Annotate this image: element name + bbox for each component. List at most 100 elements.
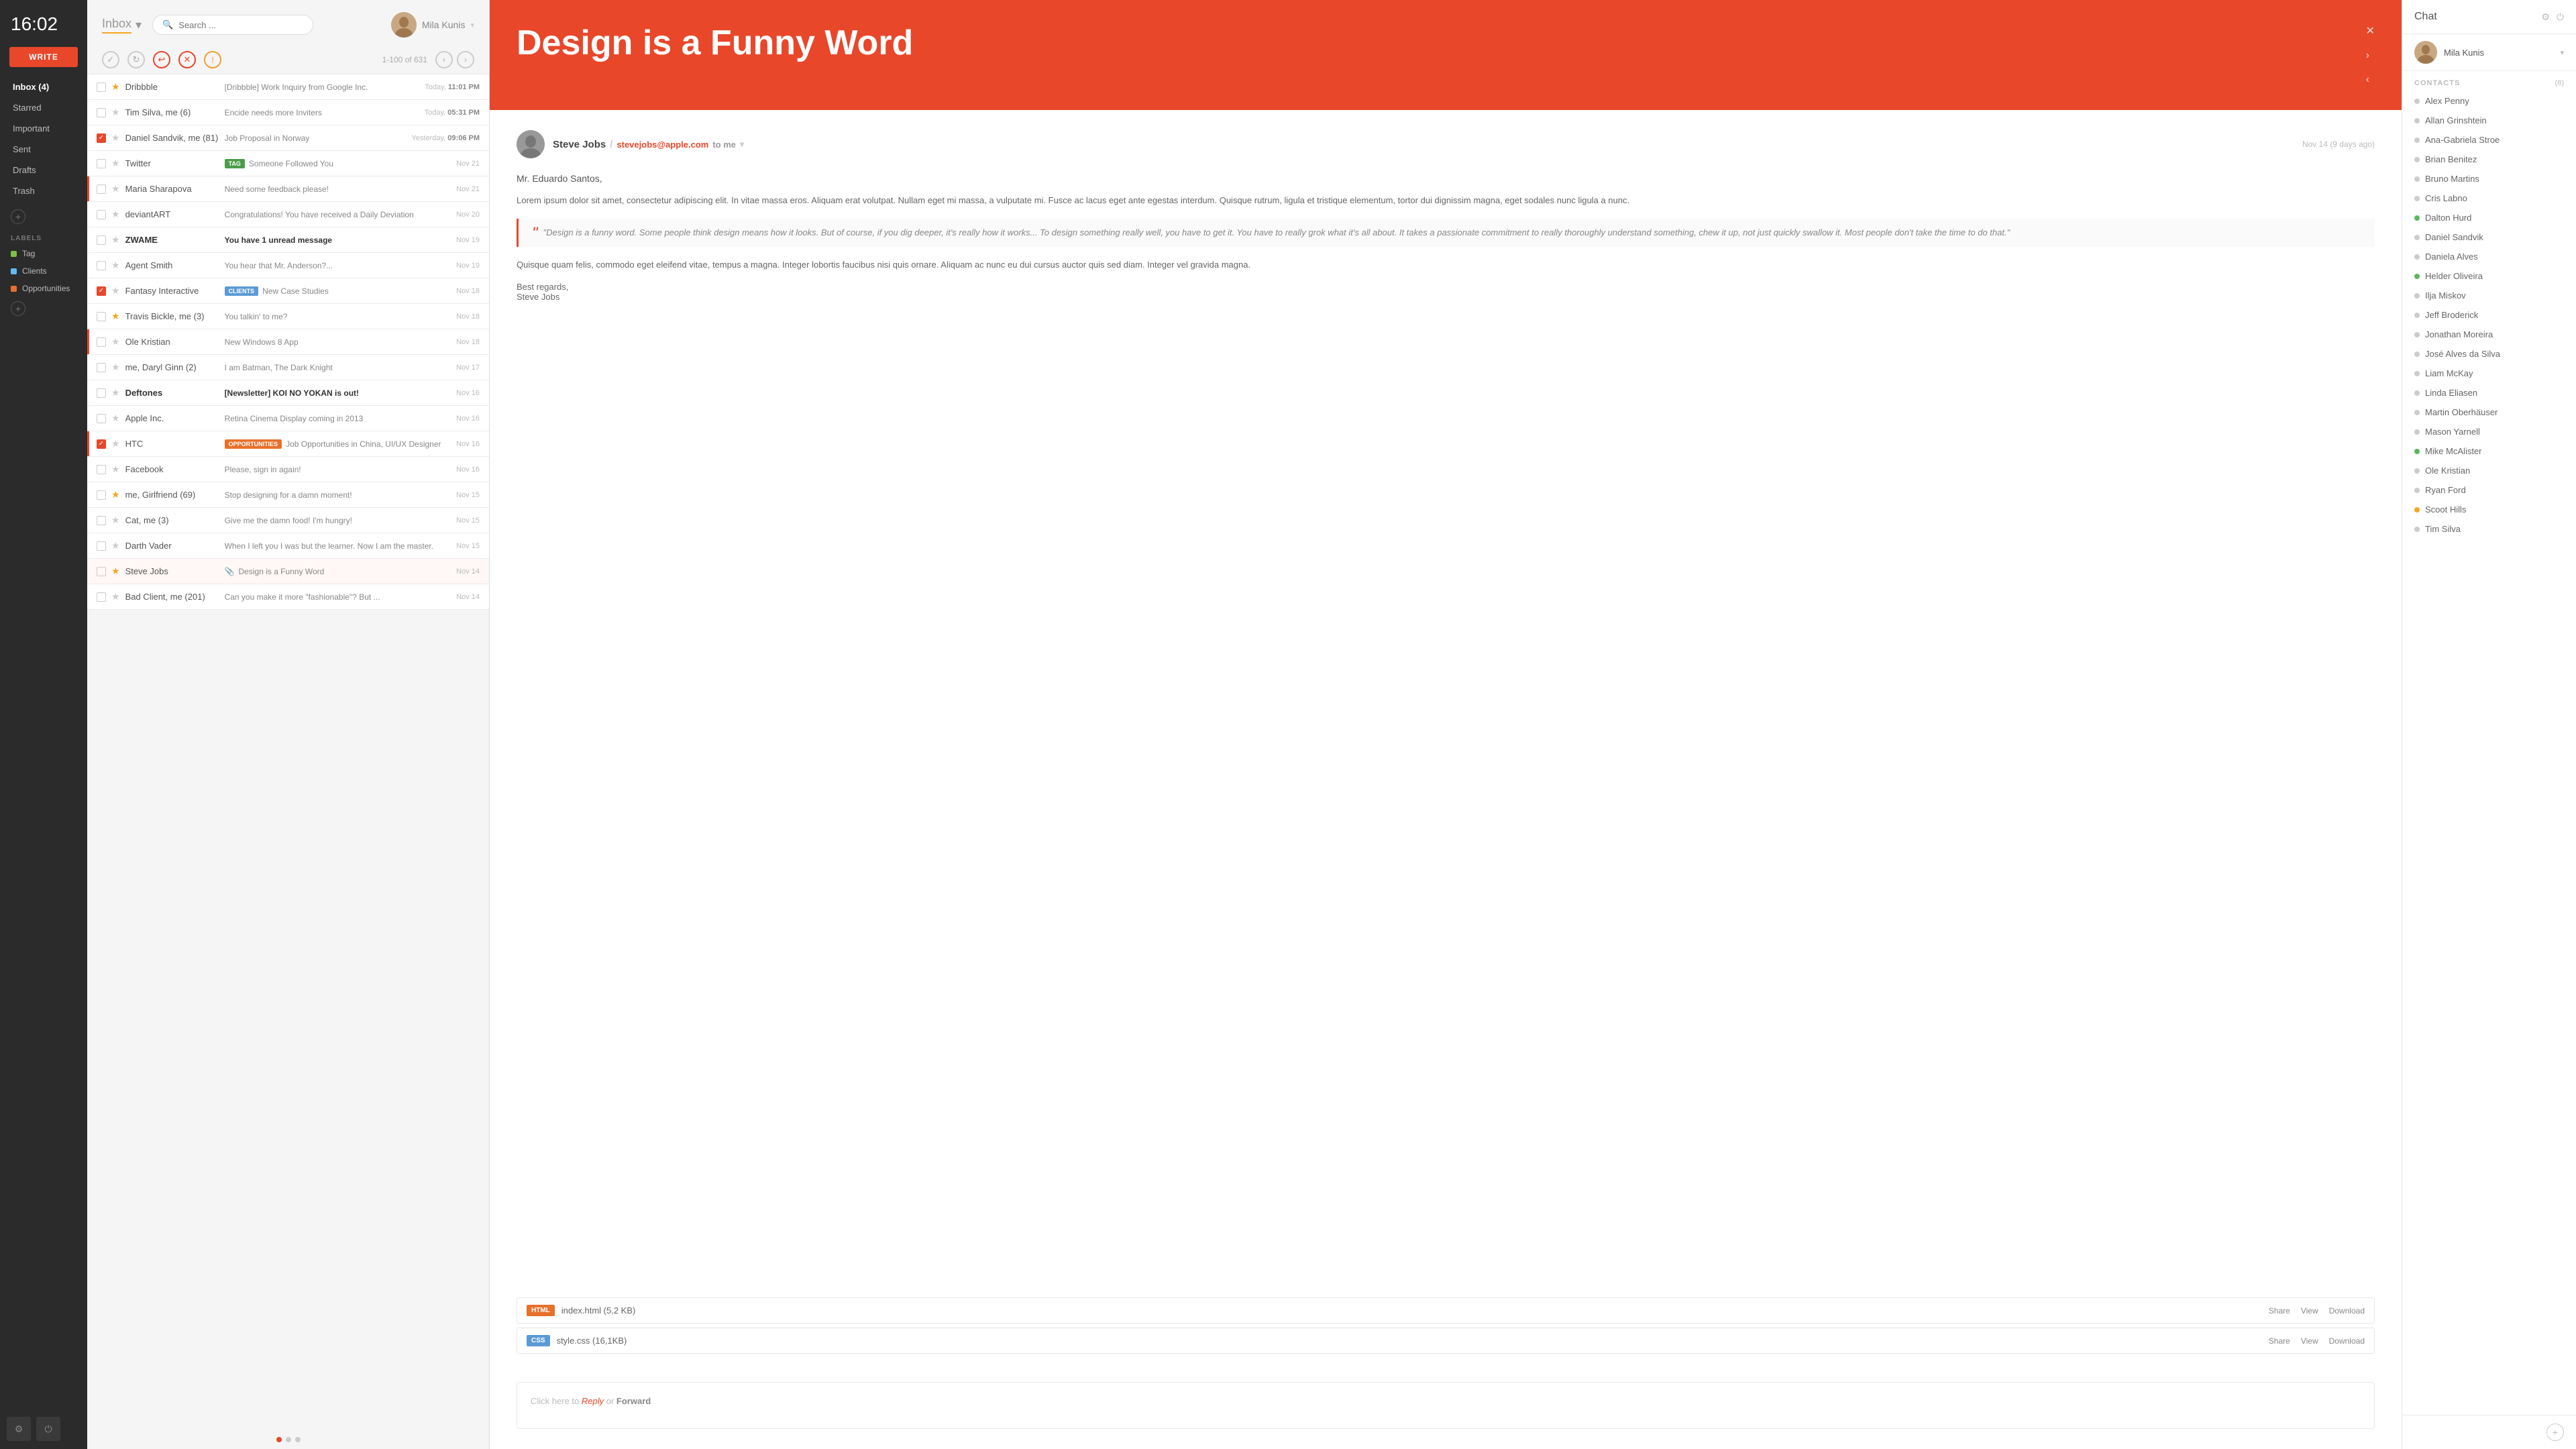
contact-item[interactable]: Jeff Broderick: [2402, 305, 2576, 325]
settings-button[interactable]: ⚙: [7, 1417, 31, 1441]
delete-button[interactable]: ✕: [178, 51, 196, 68]
email-row[interactable]: ★deviantARTCongratulations! You have rec…: [87, 202, 489, 227]
share-css-button[interactable]: Share: [2269, 1336, 2290, 1346]
prev-page-button[interactable]: ‹: [435, 51, 453, 68]
star-icon[interactable]: ★: [111, 591, 120, 602]
star-icon[interactable]: ★: [111, 183, 120, 195]
email-row[interactable]: ★Travis Bickle, me (3)You talkin' to me?…: [87, 304, 489, 329]
contact-item[interactable]: Scoot Hills: [2402, 500, 2576, 519]
email-checkbox[interactable]: ✓: [97, 439, 106, 449]
contact-item[interactable]: Linda Eliasen: [2402, 383, 2576, 402]
email-row[interactable]: ★FacebookPlease, sign in again!Nov 16: [87, 457, 489, 482]
email-checkbox[interactable]: [97, 567, 106, 576]
page-dot-3[interactable]: [295, 1437, 301, 1442]
nav-trash[interactable]: Trash: [0, 180, 87, 201]
email-row[interactable]: ★Darth VaderWhen I left you I was but th…: [87, 533, 489, 559]
contact-item[interactable]: Martin Oberhäuser: [2402, 402, 2576, 422]
label-tag[interactable]: Tag: [0, 245, 87, 262]
download-html-button[interactable]: Download: [2329, 1306, 2365, 1316]
star-icon[interactable]: ★: [111, 540, 120, 551]
email-row[interactable]: ★ZWAMEYou have 1 unread messageNov 19: [87, 227, 489, 253]
star-icon[interactable]: ★: [111, 311, 120, 322]
star-icon[interactable]: ★: [111, 336, 120, 347]
email-row[interactable]: ★Dribbble[Dribbble] Work Inquiry from Go…: [87, 74, 489, 100]
star-icon[interactable]: ★: [111, 209, 120, 220]
contact-item[interactable]: Jonathan Moreira: [2402, 325, 2576, 344]
contact-item[interactable]: Allan Grinshtein: [2402, 111, 2576, 130]
email-checkbox[interactable]: [97, 337, 106, 347]
add-contact-button[interactable]: +: [2546, 1424, 2564, 1441]
email-row[interactable]: ★TwitterTAGSomeone Followed YouNov 21: [87, 151, 489, 176]
forward-link[interactable]: Forward: [616, 1396, 651, 1406]
view-html-button[interactable]: View: [2301, 1306, 2318, 1316]
view-css-button[interactable]: View: [2301, 1336, 2318, 1346]
star-icon[interactable]: ★: [111, 438, 120, 449]
contact-item[interactable]: Alex Penny: [2402, 91, 2576, 111]
flag-button[interactable]: !: [204, 51, 221, 68]
email-checkbox[interactable]: [97, 108, 106, 117]
contact-item[interactable]: Tim Silva: [2402, 519, 2576, 539]
email-checkbox[interactable]: [97, 516, 106, 525]
contact-item[interactable]: Cris Labno: [2402, 189, 2576, 208]
email-checkbox[interactable]: [97, 592, 106, 602]
star-icon[interactable]: ★: [111, 107, 120, 118]
star-icon[interactable]: ★: [111, 413, 120, 424]
email-row[interactable]: ★me, Daryl Ginn (2)I am Batman, The Dark…: [87, 355, 489, 380]
nav-drafts[interactable]: Drafts: [0, 160, 87, 180]
contact-item[interactable]: Ilja Miskov: [2402, 286, 2576, 305]
contact-item[interactable]: Ryan Ford: [2402, 480, 2576, 500]
email-checkbox[interactable]: [97, 312, 106, 321]
email-checkbox[interactable]: [97, 184, 106, 194]
reply-link[interactable]: Reply: [582, 1396, 604, 1406]
email-checkbox[interactable]: [97, 261, 106, 270]
user-dropdown-icon[interactable]: ▾: [470, 21, 474, 30]
nav-inbox[interactable]: Inbox (4): [0, 76, 87, 97]
email-checkbox[interactable]: [97, 363, 106, 372]
email-checkbox[interactable]: [97, 388, 106, 398]
add-folder-button[interactable]: +: [11, 209, 25, 224]
star-icon[interactable]: ★: [111, 387, 120, 398]
meta-dropdown-icon[interactable]: ▾: [740, 140, 744, 149]
contact-item[interactable]: Mason Yarnell: [2402, 422, 2576, 441]
contact-item[interactable]: Brian Benitez: [2402, 150, 2576, 169]
star-icon[interactable]: ★: [111, 158, 120, 169]
star-icon[interactable]: ★: [111, 515, 120, 526]
share-html-button[interactable]: Share: [2269, 1306, 2290, 1316]
reply-box[interactable]: Click here to Reply or Forward: [517, 1382, 2375, 1429]
nav-starred[interactable]: Starred: [0, 97, 87, 118]
star-icon[interactable]: ★: [111, 489, 120, 500]
contact-item[interactable]: José Alves da Silva: [2402, 344, 2576, 364]
contact-item[interactable]: Dalton Hurd: [2402, 208, 2576, 227]
email-checkbox[interactable]: [97, 541, 106, 551]
label-opportunities[interactable]: Opportunities: [0, 280, 87, 297]
email-row[interactable]: ★Deftones[Newsletter] KOI NO YOKAN is ou…: [87, 380, 489, 406]
contact-item[interactable]: Mike McAlister: [2402, 441, 2576, 461]
email-row[interactable]: ★Cat, me (3)Give me the damn food! I'm h…: [87, 508, 489, 533]
contact-item[interactable]: Daniela Alves: [2402, 247, 2576, 266]
email-row[interactable]: ★Ole KristianNew Windows 8 AppNov 18: [87, 329, 489, 355]
chat-user-dropdown-icon[interactable]: ▾: [2560, 48, 2564, 57]
hero-prev-button[interactable]: ‹: [2366, 74, 2375, 86]
write-button[interactable]: WRITE: [9, 47, 78, 67]
contact-item[interactable]: Liam McKay: [2402, 364, 2576, 383]
star-icon[interactable]: ★: [111, 285, 120, 297]
star-icon[interactable]: ★: [111, 362, 120, 373]
email-row[interactable]: ✓★Daniel Sandvik, me (81)Job Proposal in…: [87, 125, 489, 151]
star-icon[interactable]: ★: [111, 566, 120, 577]
star-icon[interactable]: ★: [111, 234, 120, 246]
label-clients[interactable]: Clients: [0, 262, 87, 280]
hero-next-button[interactable]: ›: [2366, 50, 2375, 62]
chat-settings-icon[interactable]: ⚙: [2541, 11, 2550, 23]
email-checkbox[interactable]: [97, 465, 106, 474]
email-row[interactable]: ★Tim Silva, me (6)Encide needs more Invi…: [87, 100, 489, 125]
star-icon[interactable]: ★: [111, 132, 120, 144]
page-dot-1[interactable]: [276, 1437, 282, 1442]
nav-important[interactable]: Important: [0, 118, 87, 139]
search-box[interactable]: 🔍: [152, 15, 313, 35]
email-checkbox[interactable]: [97, 159, 106, 168]
download-css-button[interactable]: Download: [2329, 1336, 2365, 1346]
email-checkbox[interactable]: [97, 83, 106, 92]
email-row[interactable]: ★Apple Inc.Retina Cinema Display coming …: [87, 406, 489, 431]
email-checkbox[interactable]: [97, 490, 106, 500]
sender-email[interactable]: stevejobs@apple.com: [616, 140, 708, 150]
